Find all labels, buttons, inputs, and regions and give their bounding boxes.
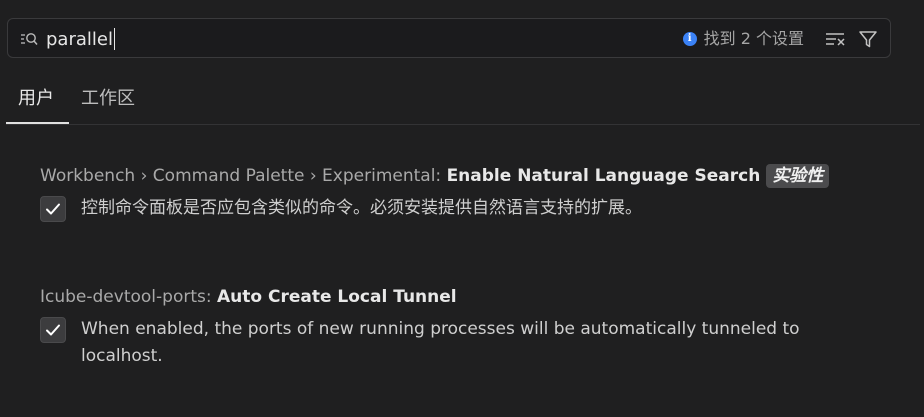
- filter-icon[interactable]: [858, 29, 878, 49]
- setting-description: 控制命令面板是否应包含类似的命令。必须安装提供自然语言支持的扩展。: [81, 198, 642, 218]
- setting-checkbox[interactable]: [40, 196, 66, 222]
- settings-search-box[interactable]: parallel i 找到 2 个设置: [7, 18, 891, 58]
- info-icon: i: [682, 32, 697, 46]
- tab-user[interactable]: 用户: [18, 88, 54, 110]
- search-results-info: i 找到 2 个设置: [682, 29, 804, 49]
- checkmark-icon: [46, 324, 60, 336]
- text-caret: [113, 28, 115, 50]
- setting-category: Workbench › Command Palette › Experiment…: [40, 166, 447, 186]
- setting-key: Enable Natural Language Search: [446, 166, 761, 186]
- setting-category: Icube-devtool-ports:: [40, 287, 217, 307]
- settings-scope-tabs: 用户 工作区: [6, 76, 920, 125]
- search-input[interactable]: parallel: [46, 28, 115, 51]
- setting-checkbox[interactable]: [40, 317, 66, 343]
- setting-item-natural-language-search: Workbench › Command Palette › Experiment…: [40, 164, 900, 222]
- setting-title: Workbench › Command Palette › Experiment…: [40, 164, 900, 188]
- tab-workspace[interactable]: 工作区: [81, 88, 135, 110]
- clear-filter-icon[interactable]: [825, 30, 845, 48]
- search-input-value: parallel: [46, 29, 113, 50]
- search-icon: [21, 33, 38, 45]
- checkmark-icon: [46, 203, 60, 215]
- setting-description: When enabled, the ports of new running p…: [81, 319, 800, 366]
- setting-title: Icube-devtool-ports: Auto Create Local T…: [40, 285, 900, 309]
- tab-selected-indicator: [6, 122, 69, 124]
- setting-key: Auto Create Local Tunnel: [217, 287, 457, 307]
- setting-item-auto-create-local-tunnel: Icube-devtool-ports: Auto Create Local T…: [40, 285, 900, 370]
- results-count: 找到 2 个设置: [703, 29, 804, 48]
- experimental-badge: 实验性: [766, 164, 830, 188]
